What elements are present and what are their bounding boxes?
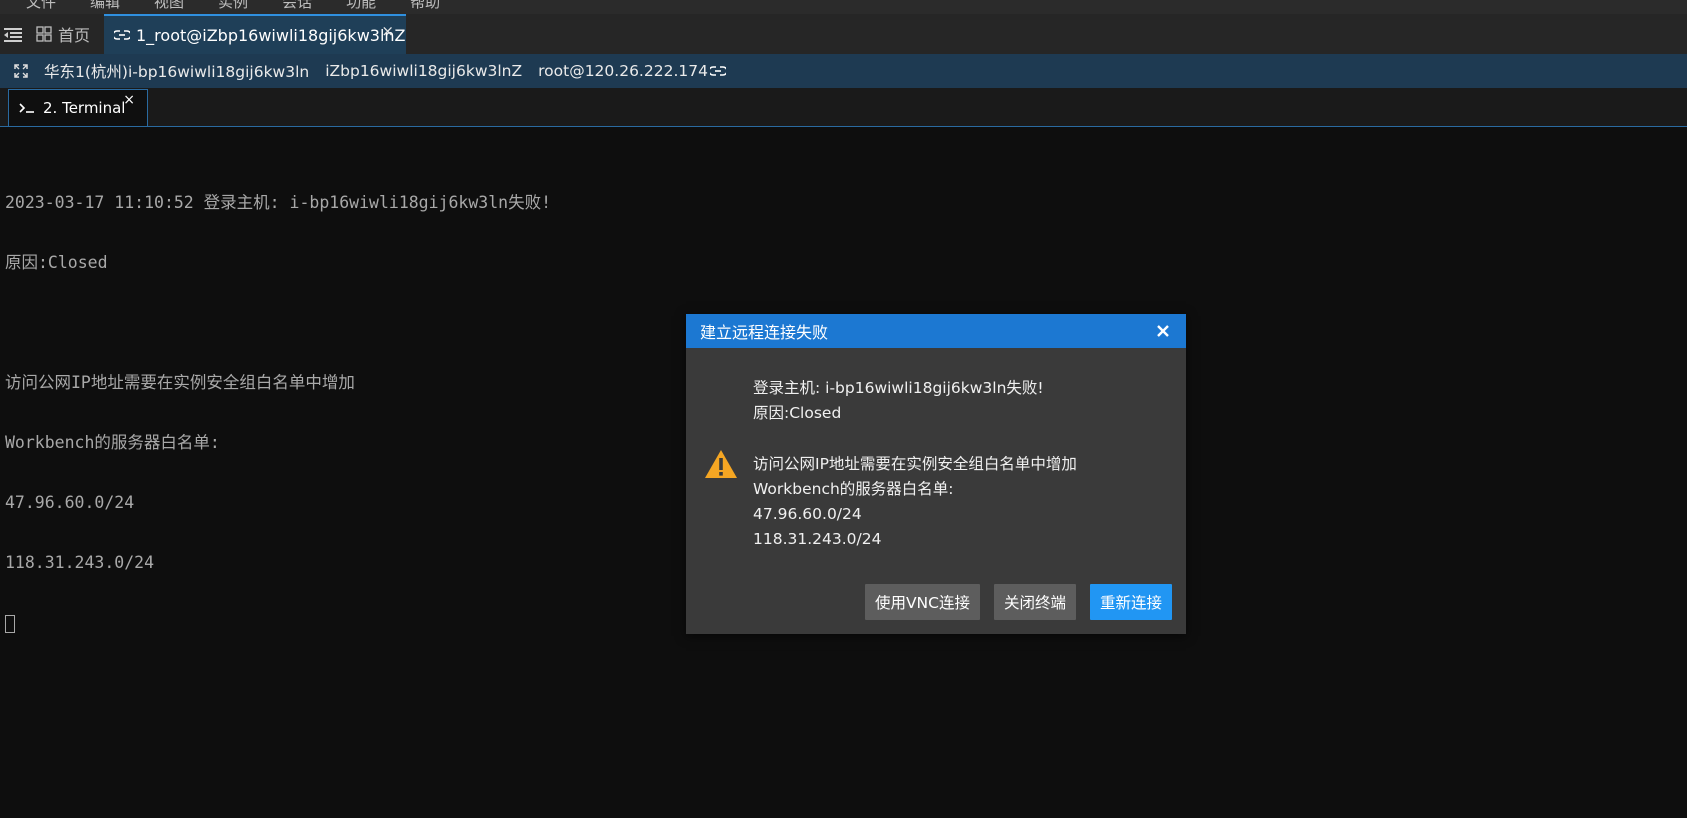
dialog-message-line: Workbench的服务器白名单: (753, 480, 954, 498)
tab-terminal[interactable]: 2. Terminal × (8, 89, 148, 126)
menubar: 文件 编辑 视图 实例 会话 功能 帮助 (0, 0, 1687, 14)
dialog-close-button[interactable] (1152, 320, 1174, 342)
dialog-message-line: 原因:Closed (753, 404, 842, 422)
connection-info-bar: 华东1(杭州)i-bp16wiwli18gij6kw3ln iZbp16wiwl… (0, 54, 1687, 88)
vnc-connect-button[interactable]: 使用VNC连接 (864, 584, 980, 620)
instance-region: 华东1(杭州)i-bp16wiwli18gij6kw3ln (44, 63, 310, 81)
collapse-sidebar-button[interactable] (0, 24, 26, 46)
close-icon (1157, 325, 1169, 337)
terminal-icon (19, 103, 34, 113)
tab-bar: 首页 1_root@iZbp16wiwli18gij6kw3lnZ × (0, 14, 1687, 55)
link-icon (709, 66, 726, 76)
menu-instance[interactable]: 实例 (218, 0, 248, 12)
terminal-cursor (5, 614, 15, 633)
dialog-body: 登录主机: i-bp16wiwli18gij6kw3ln失败! 原因:Close… (686, 348, 1186, 588)
menu-session[interactable]: 会话 (282, 0, 312, 12)
terminal-line: 访问公网IP地址需要在实例安全组白名单中增加 (5, 373, 355, 392)
tab-session-label: 1_root@iZbp16wiwli18gij6kw3lnZ (136, 25, 406, 45)
expand-icon (14, 64, 28, 78)
dialog-message-whitelist: 访问公网IP地址需要在实例安全组白名单中增加 Workbench的服务器白名单:… (753, 452, 1077, 552)
dialog-message-line: 47.96.60.0/24 (753, 505, 862, 523)
tab-home-label: 首页 (58, 26, 91, 45)
tab-terminal-label: 2. Terminal (43, 99, 126, 117)
dialog-message-line: 访问公网IP地址需要在实例安全组白名单中增加 (753, 455, 1077, 473)
menu-edit[interactable]: 编辑 (90, 0, 120, 12)
connection-error-dialog: 建立远程连接失败 登录主机: i-bp16wiwli18gij6kw3ln失败!… (686, 314, 1186, 634)
tab-session-close-icon[interactable]: × (381, 22, 394, 40)
dialog-title: 建立远程连接失败 (700, 323, 829, 342)
menu-view[interactable]: 视图 (154, 0, 184, 12)
outdent-icon (4, 28, 22, 42)
tab-home[interactable]: 首页 (36, 14, 90, 54)
user-ip: root@120.26.222.174 (538, 62, 708, 80)
close-terminal-button[interactable]: 关闭终端 (993, 584, 1076, 620)
tab-session[interactable]: 1_root@iZbp16wiwli18gij6kw3lnZ × (104, 14, 406, 54)
grid-icon (36, 26, 52, 42)
terminal-lines: 2023-03-17 11:10:52 登录主机: i-bp16wiwli18g… (5, 153, 551, 673)
fullscreen-button[interactable] (12, 62, 30, 80)
dialog-header: 建立远程连接失败 (686, 314, 1186, 348)
menu-functions[interactable]: 功能 (346, 0, 376, 12)
terminal-line: 2023-03-17 11:10:52 登录主机: i-bp16wiwli18g… (5, 193, 552, 212)
reconnect-button[interactable]: 重新连接 (1089, 584, 1172, 620)
warning-icon (705, 450, 737, 478)
menu-help[interactable]: 帮助 (410, 0, 440, 12)
terminal-tab-bar: 2. Terminal × (0, 88, 1687, 127)
tab-terminal-close-icon[interactable]: × (123, 92, 135, 108)
link-icon (114, 30, 130, 40)
terminal-line: Workbench的服务器白名单: (5, 433, 220, 452)
terminal-cursor-line (5, 613, 551, 633)
dialog-message-line: 118.31.243.0/24 (753, 530, 882, 548)
dialog-buttons: 使用VNC连接 关闭终端 重新连接 (864, 584, 1172, 620)
instance-hostname: iZbp16wiwli18gij6kw3lnZ (325, 62, 523, 80)
terminal-line: 原因:Closed (5, 253, 108, 272)
menu-items: 文件 编辑 视图 实例 会话 功能 帮助 (26, 0, 440, 12)
menu-file[interactable]: 文件 (26, 0, 56, 12)
terminal-line: 118.31.243.0/24 (5, 553, 155, 572)
terminal-line: 47.96.60.0/24 (5, 493, 135, 512)
dialog-message-error: 登录主机: i-bp16wiwli18gij6kw3ln失败! 原因:Close… (753, 376, 1044, 426)
dialog-message-line: 登录主机: i-bp16wiwli18gij6kw3ln失败! (753, 379, 1044, 397)
